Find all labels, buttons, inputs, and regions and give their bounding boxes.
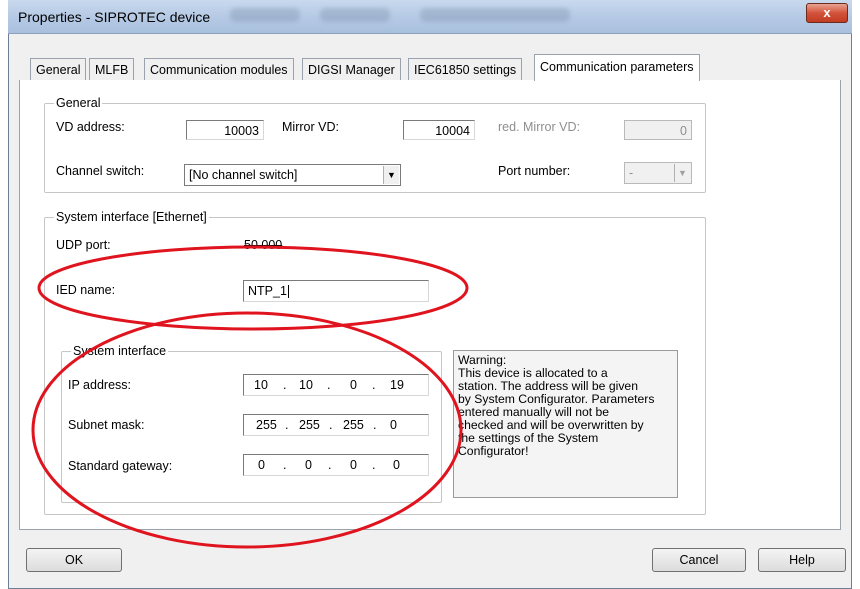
gateway-dot: .	[328, 458, 332, 472]
gateway-dot: .	[372, 458, 376, 472]
gateway-octet-2: 0	[305, 458, 312, 472]
subnet-mask-field[interactable]: 255 . 255 . 255 . 0	[243, 414, 429, 436]
subnet-octet-3: 255	[343, 418, 364, 432]
subnet-octet-2: 255	[299, 418, 320, 432]
ok-button[interactable]: OK	[26, 548, 122, 572]
gateway-octet-4: 0	[393, 458, 400, 472]
gateway-dot: .	[283, 458, 287, 472]
gateway-octet-1: 0	[258, 458, 265, 472]
blurred-background-text	[320, 8, 390, 22]
ip-address-label: IP address:	[68, 378, 132, 392]
ip-octet-3: 0	[350, 378, 357, 392]
port-number-select: - ▼	[624, 162, 692, 184]
ip-octet-1: 10	[254, 378, 268, 392]
chevron-down-icon: ▼	[674, 164, 690, 182]
text-caret	[287, 285, 289, 299]
warning-box: Warning: This device is allocated to a s…	[453, 350, 678, 498]
tab-general[interactable]: General	[30, 58, 87, 81]
ip-dot: .	[327, 378, 331, 392]
subnet-mask-label: Subnet mask:	[68, 418, 145, 432]
system-interface-ethernet-legend: System interface [Ethernet]	[54, 210, 209, 224]
ied-name-label: IED name:	[56, 283, 116, 297]
close-button[interactable]: x	[806, 3, 848, 23]
general-group-legend: General	[54, 96, 103, 110]
blurred-background-text	[230, 8, 300, 22]
red-mirror-vd-field: 0	[624, 120, 692, 140]
system-interface-legend: System interface	[71, 344, 169, 358]
subnet-dot: .	[373, 418, 377, 432]
vd-address-field[interactable]: 10003	[186, 120, 264, 140]
subnet-octet-4: 0	[390, 418, 397, 432]
window-title: Properties - SIPROTEC device	[18, 9, 211, 25]
ied-name-value: NTP_1	[248, 284, 287, 298]
chevron-down-icon: ▼	[383, 166, 399, 184]
red-mirror-vd-label: red. Mirror VD:	[498, 120, 580, 134]
ip-address-field[interactable]: 10 . 10 . 0 . 19	[243, 374, 429, 396]
channel-switch-select[interactable]: [No channel switch] ▼	[184, 164, 401, 186]
channel-switch-label: Channel switch:	[56, 164, 145, 178]
ip-octet-4: 19	[390, 378, 404, 392]
ip-dot: .	[372, 378, 376, 392]
mirror-vd-field[interactable]: 10004	[403, 120, 475, 140]
udp-port-value: 50 000	[244, 238, 283, 252]
tab-communication-parameters[interactable]: Communication parameters	[534, 54, 700, 81]
standard-gateway-field[interactable]: 0 . 0 . 0 . 0	[243, 454, 429, 476]
port-number-value: -	[629, 166, 634, 180]
tab-iec61850-settings[interactable]: IEC61850 settings	[408, 58, 523, 81]
channel-switch-value: [No channel switch]	[189, 168, 298, 182]
tab-digsi-manager[interactable]: DIGSI Manager	[302, 58, 401, 81]
udp-port-label: UDP port:	[56, 238, 111, 252]
tab-communication-modules[interactable]: Communication modules	[144, 58, 294, 81]
help-button[interactable]: Help	[758, 548, 846, 572]
subnet-dot: .	[285, 418, 289, 432]
vd-address-label: VD address:	[56, 120, 125, 134]
close-icon: x	[823, 5, 831, 20]
ied-name-field[interactable]: NTP_1	[243, 280, 429, 302]
subnet-octet-1: 255	[256, 418, 277, 432]
cancel-button[interactable]: Cancel	[652, 548, 746, 572]
mirror-vd-label: Mirror VD:	[282, 120, 339, 134]
port-number-label: Port number:	[498, 164, 571, 178]
subnet-dot: .	[329, 418, 333, 432]
tab-mlfb[interactable]: MLFB	[89, 58, 135, 81]
gateway-octet-3: 0	[350, 458, 357, 472]
standard-gateway-label: Standard gateway:	[68, 459, 173, 473]
ip-dot: .	[283, 378, 287, 392]
blurred-background-text	[420, 8, 570, 22]
ip-octet-2: 10	[299, 378, 313, 392]
